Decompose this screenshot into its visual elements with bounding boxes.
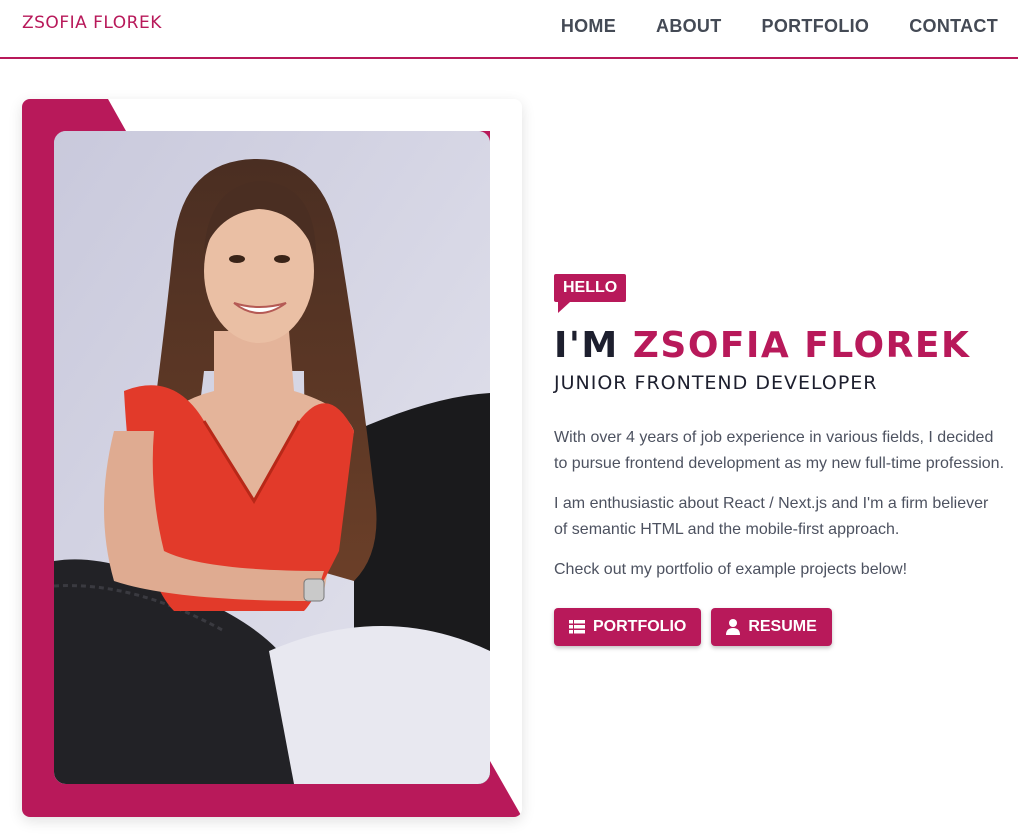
intro-paragraph-3: Check out my portfolio of example projec… (554, 561, 908, 578)
hero-subtitle: JUNIOR FRONTEND DEVELOPER (554, 372, 878, 394)
profile-photo-card (22, 99, 522, 817)
intro-paragraph-2: I am enthusiastic about React / Next.js … (554, 495, 989, 538)
brand-logo[interactable]: ZSOFIA FLOREK (22, 13, 162, 33)
site-header: ZSOFIA FLOREK HOME ABOUT PORTFOLIO CONTA… (0, 0, 1018, 59)
user-icon (726, 619, 741, 635)
hello-badge-label: HELLO (563, 279, 618, 296)
grid-list-icon (569, 620, 585, 634)
hero-title: I'M ZSOFIA FLOREK (554, 326, 1004, 366)
profile-photo (54, 131, 490, 784)
hello-badge: HELLO (554, 274, 627, 313)
intro-paragraph-1: With over 4 years of job experience in v… (554, 429, 1005, 472)
resume-button[interactable]: RESUME (711, 608, 832, 646)
nav-contact[interactable]: CONTACT (909, 16, 998, 37)
nav-portfolio[interactable]: PORTFOLIO (762, 16, 870, 37)
hello-badge-tail (558, 302, 570, 313)
hero-title-prefix: I'M (554, 325, 633, 366)
hero-buttons: PORTFOLIO RESUME (554, 608, 1004, 646)
nav-home[interactable]: HOME (561, 16, 616, 37)
hero-title-name: ZSOFIA FLOREK (632, 325, 971, 366)
main-nav: HOME ABOUT PORTFOLIO CONTACT (561, 16, 998, 37)
portfolio-button[interactable]: PORTFOLIO (554, 608, 702, 646)
portfolio-button-label: PORTFOLIO (593, 618, 687, 635)
resume-button-label: RESUME (748, 618, 817, 635)
nav-about[interactable]: ABOUT (656, 16, 722, 37)
hero-section: HELLO I'M ZSOFIA FLOREK JUNIOR FRONTEND … (554, 274, 1004, 646)
